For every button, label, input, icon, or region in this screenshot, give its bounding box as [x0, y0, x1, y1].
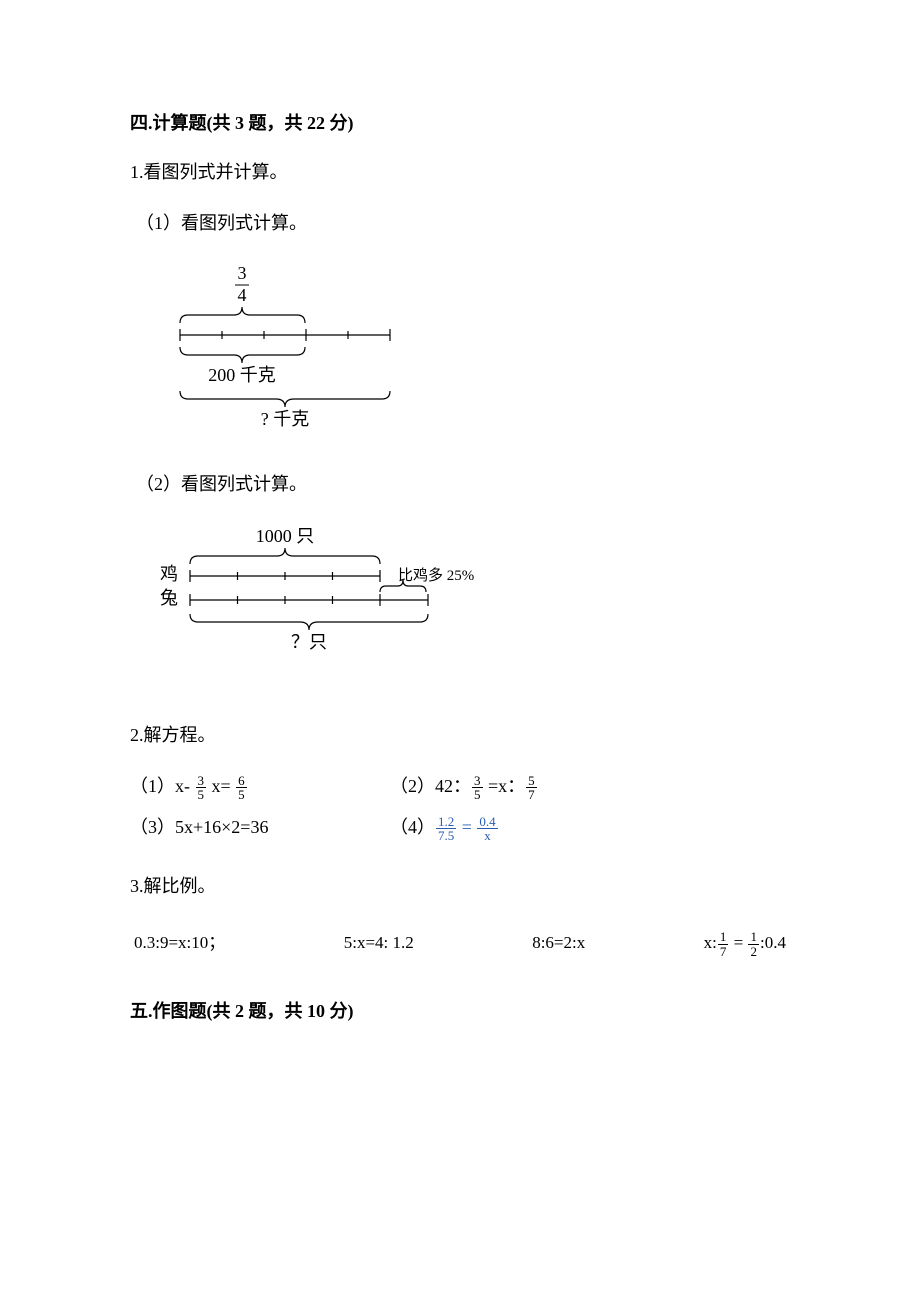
- q3-d: x:17 = 12:0.4: [704, 930, 786, 958]
- q2-e4: （4）1.27.5 = 0.4x: [390, 814, 650, 843]
- q3-row: 0.3:9=x:10； 5:x=4: 1.2 8:6=2:x x:17 = 12…: [130, 924, 790, 958]
- q2-e2: （2）42：35 =x：57: [390, 773, 650, 802]
- svg-text:4: 4: [238, 285, 247, 305]
- svg-text:200 千克: 200 千克: [208, 365, 276, 385]
- svg-text:3: 3: [238, 265, 247, 283]
- q1-p1-label: （1）看图列式计算。: [130, 210, 790, 237]
- svg-text:兔: 兔: [160, 588, 178, 608]
- section-4-title: 四.计算题(共 3 题，共 22 分): [130, 110, 790, 137]
- q1-p2-label: （2）看图列式计算。: [130, 471, 790, 498]
- q2-e1: （1）x- 35 x= 65: [130, 773, 390, 802]
- section-5-title: 五.作图题(共 2 题，共 10 分): [130, 998, 790, 1025]
- q3-a: 0.3:9=x:10；: [134, 930, 225, 958]
- q2-row2: （3）5x+16×2=36 （4）1.27.5 = 0.4x: [130, 814, 790, 843]
- svg-text:？只: ？只: [291, 632, 327, 652]
- q1-p2-diagram: 1000 只 鸡 兔 比鸡多 25% ？只: [130, 526, 790, 686]
- q3-b: 5:x=4: 1.2: [344, 930, 414, 958]
- q2-stem: 2.解方程。: [130, 722, 790, 749]
- q3-stem: 3.解比例。: [130, 873, 790, 900]
- svg-text:1000 只: 1000 只: [256, 526, 315, 546]
- q2-row1: （1）x- 35 x= 65 （2）42：35 =x：57: [130, 773, 790, 802]
- svg-text:鸡: 鸡: [160, 564, 178, 584]
- q3-c: 8:6=2:x: [532, 930, 585, 958]
- q2-e3: （3）5x+16×2=36: [130, 814, 390, 843]
- q1-p1-diagram: 3 4 200 千克 ? 千克: [130, 265, 790, 435]
- svg-text:比鸡多 25%: 比鸡多 25%: [398, 567, 474, 584]
- svg-text:? 千克: ? 千克: [261, 409, 310, 429]
- q1-stem: 1.看图列式并计算。: [130, 159, 790, 186]
